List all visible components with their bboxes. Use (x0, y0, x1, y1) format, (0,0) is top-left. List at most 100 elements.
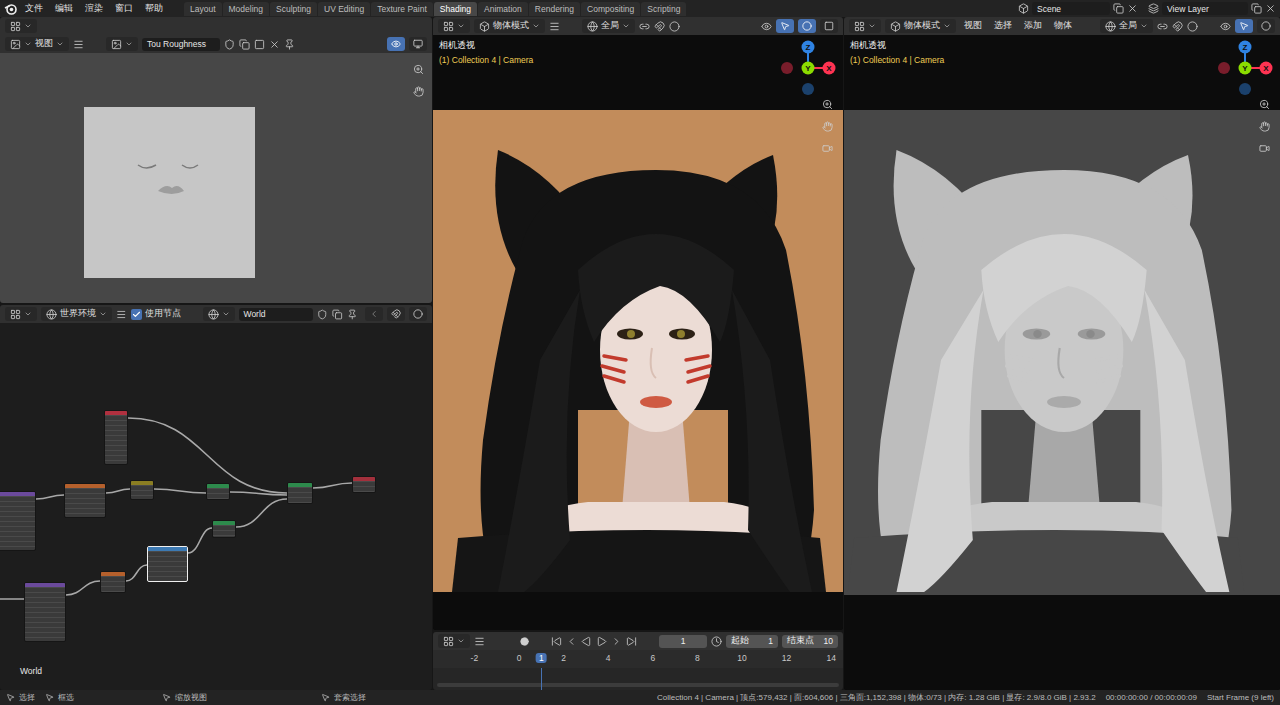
workspace-tab[interactable]: Sculpting (270, 2, 317, 16)
orientation-dropdown[interactable]: 全局 (582, 19, 635, 33)
shader-node[interactable] (100, 571, 126, 593)
zoom-button[interactable] (819, 96, 835, 112)
overlay-button[interactable] (1257, 19, 1275, 33)
view-layer-field[interactable]: View Layer (1162, 2, 1248, 15)
snap-icon[interactable] (654, 21, 665, 32)
orientation-dropdown[interactable]: 全局 (1100, 19, 1153, 33)
use-nodes-toggle[interactable]: 使用节点 (131, 308, 181, 320)
frame-tick[interactable]: 4 (603, 653, 614, 663)
gizmo-button[interactable] (1235, 19, 1253, 33)
workspace-tab[interactable]: Animation (478, 2, 528, 16)
close-icon[interactable] (1265, 3, 1276, 14)
timeline-scrollbar[interactable] (437, 683, 839, 687)
negative-axis-icon[interactable] (781, 62, 793, 74)
snap-button[interactable] (387, 307, 405, 321)
open-image-icon[interactable] (254, 39, 265, 50)
scene-field[interactable]: Scene (1032, 2, 1110, 15)
node-link[interactable] (154, 489, 206, 493)
navigation-gizmo[interactable]: ZYX (780, 40, 836, 96)
view-layer-icon[interactable] (1148, 3, 1159, 14)
node-link[interactable] (230, 492, 287, 495)
gizmo-button[interactable] (776, 19, 794, 33)
negative-axis-icon[interactable] (1218, 62, 1230, 74)
node-header[interactable] (0, 492, 35, 496)
shader-node[interactable] (352, 476, 376, 493)
frame-tick[interactable]: 8 (692, 653, 703, 663)
image-browse-dropdown[interactable] (106, 37, 138, 51)
pivot-icon[interactable] (639, 21, 650, 32)
frame-tick[interactable]: 14 (823, 653, 838, 663)
workspace-tab[interactable]: Texture Paint (371, 2, 433, 16)
shader-node[interactable] (24, 582, 66, 642)
frame-tick[interactable]: 1 (536, 653, 547, 663)
frame-tick[interactable]: 0 (514, 653, 525, 663)
axis-handle[interactable]: Z (1239, 41, 1252, 54)
shader-node[interactable] (206, 483, 230, 500)
previous-keyframe-icon[interactable] (566, 636, 577, 647)
pan-button[interactable] (819, 118, 835, 134)
view-mode-dropdown[interactable]: 视图 (5, 37, 69, 51)
node-header[interactable] (207, 484, 229, 488)
camera-view-button[interactable] (819, 140, 835, 156)
scene-icon[interactable] (1018, 3, 1029, 14)
workspace-tab[interactable]: Shading (434, 2, 477, 16)
node-header[interactable] (101, 572, 125, 576)
node-header[interactable] (148, 547, 187, 551)
overlay-button[interactable] (798, 19, 816, 33)
proportional-edit-icon[interactable] (669, 21, 680, 32)
viewport-menu[interactable]: 选择 (990, 20, 1016, 32)
pin-icon[interactable] (347, 309, 358, 320)
node-canvas[interactable]: World (0, 323, 432, 690)
axis-gizmo-icon[interactable]: ZYX (780, 40, 836, 96)
xray-button[interactable] (820, 19, 838, 33)
unlink-icon[interactable] (269, 39, 280, 50)
menu-item[interactable]: 文件 (20, 2, 48, 16)
playhead[interactable] (541, 668, 542, 690)
axis-handle[interactable]: Y (1239, 62, 1252, 75)
shader-node[interactable] (104, 410, 128, 465)
shader-node[interactable] (130, 480, 154, 500)
shader-node[interactable] (287, 482, 313, 504)
overlay-button[interactable] (409, 307, 427, 321)
pivot-icon[interactable] (1157, 21, 1168, 32)
viewport-body[interactable]: 相机透视(1) Collection 4 | CameraZYX (844, 35, 1280, 690)
pan-button[interactable] (1256, 118, 1272, 134)
clock-icon[interactable] (711, 636, 722, 647)
blender-logo-icon[interactable] (4, 2, 18, 16)
hamburger-menu-icon[interactable] (549, 21, 560, 32)
workspace-tab[interactable]: Compositing (581, 2, 640, 16)
frame-tick[interactable]: 10 (734, 653, 749, 663)
play-icon[interactable] (596, 636, 607, 647)
node-header[interactable] (131, 481, 153, 485)
end-frame-field[interactable]: 结束点10 (782, 635, 838, 648)
menu-item[interactable]: 帮助 (140, 2, 168, 16)
start-frame-field[interactable]: 起始1 (726, 635, 778, 648)
next-keyframe-icon[interactable] (611, 636, 622, 647)
viewport-body[interactable]: 相机透视(1) Collection 4 | CameraZYX (433, 35, 843, 630)
menu-item[interactable]: 窗口 (110, 2, 138, 16)
node-link[interactable] (0, 598, 24, 600)
frame-tick[interactable]: 12 (779, 653, 794, 663)
zoom-button[interactable] (410, 61, 426, 77)
record-icon[interactable] (520, 637, 529, 646)
menu-item[interactable]: 渲染 (80, 2, 108, 16)
workspace-tab[interactable]: UV Editing (318, 2, 370, 16)
editor-type-dropdown[interactable] (438, 634, 470, 648)
workspace-tab[interactable]: Rendering (529, 2, 580, 16)
copy-icon[interactable] (1113, 3, 1124, 14)
node-header[interactable] (288, 483, 312, 487)
frame-tick[interactable]: -2 (468, 653, 482, 663)
hamburger-menu-icon[interactable] (474, 636, 485, 647)
new-image-icon[interactable] (239, 39, 250, 50)
mode-dropdown[interactable]: 物体模式 (474, 19, 545, 33)
axis-gizmo-icon[interactable]: ZYX (1217, 40, 1273, 96)
node-link[interactable] (36, 495, 64, 499)
node-link[interactable] (313, 483, 352, 488)
fake-user-icon[interactable] (317, 309, 328, 320)
node-header[interactable] (213, 521, 235, 525)
editor-type-dropdown[interactable] (849, 19, 881, 33)
editor-type-dropdown[interactable] (438, 19, 470, 33)
mode-dropdown[interactable]: 物体模式 (885, 19, 956, 33)
snap-icon[interactable] (1172, 21, 1183, 32)
navigation-gizmo[interactable]: ZYX (1217, 40, 1273, 96)
